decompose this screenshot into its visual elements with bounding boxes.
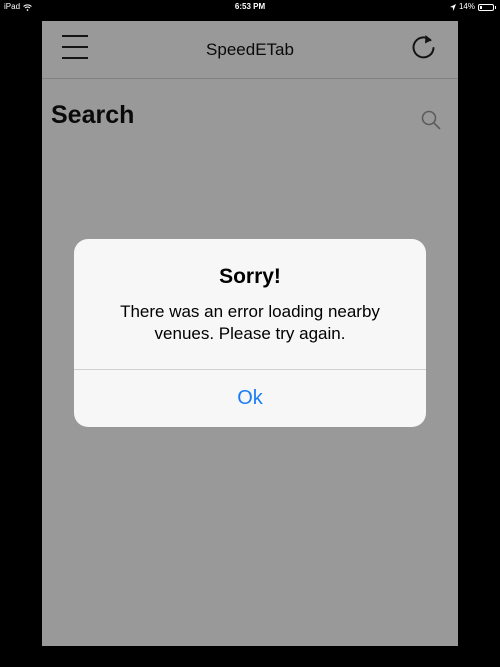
status-bar: iPad 6:53 PM 14% — [0, 0, 500, 14]
status-right: 14% — [449, 0, 496, 14]
location-arrow-icon — [449, 3, 456, 11]
battery-fill — [480, 5, 482, 9]
battery-percent: 14% — [458, 2, 475, 11]
screen: iPad 6:53 PM 14% SpeedETab Search Sorry!… — [0, 0, 500, 667]
alert-message: There was an error loading nearby venues… — [120, 302, 380, 343]
battery-icon — [478, 3, 494, 11]
status-time: 6:53 PM — [234, 2, 266, 11]
battery-tip — [495, 5, 496, 9]
error-alert-dialog: Sorry! There was an error loading nearby… — [74, 239, 426, 427]
ok-button[interactable]: Ok — [74, 370, 426, 427]
alert-title: Sorry! — [219, 265, 281, 288]
